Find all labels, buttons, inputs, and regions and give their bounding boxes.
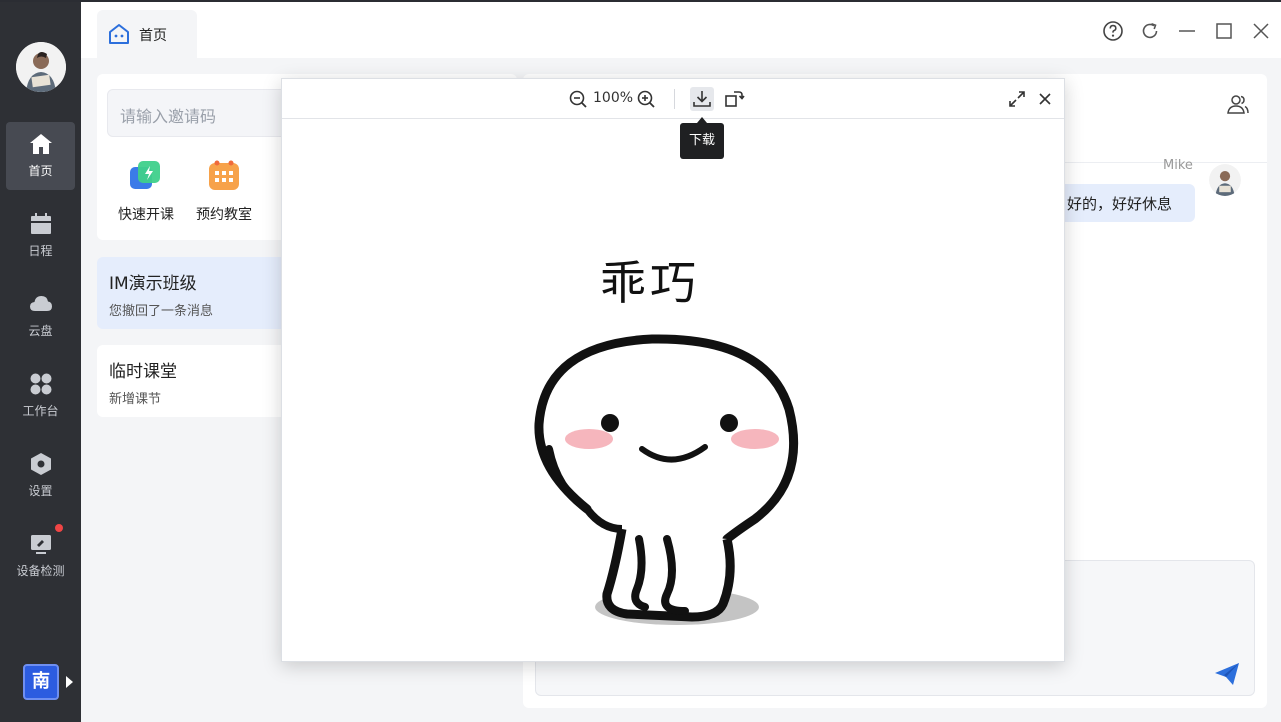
language-button[interactable]: 南 — [23, 664, 59, 700]
home-icon — [30, 134, 52, 154]
tab-home[interactable]: 首页 — [97, 10, 197, 58]
sidebar-item-workbench[interactable]: 工作台 — [6, 362, 75, 430]
message-bubble[interactable]: 好的，好好休息 — [1043, 184, 1195, 222]
sidebar-item-schedule[interactable]: 日程 — [6, 202, 75, 270]
members-icon[interactable] — [1226, 92, 1250, 116]
rotate-icon[interactable] — [722, 87, 746, 111]
sidebar-item-label: 工作台 — [22, 404, 59, 418]
zoom-in-icon[interactable] — [634, 87, 658, 111]
expand-arrow-icon[interactable] — [66, 676, 73, 688]
conversation-title: IM演示班级 — [109, 274, 197, 294]
sidebar: 首页 日程 云盘 工作台 设置 设备检测 南 — [0, 2, 81, 722]
zoom-out-icon[interactable] — [566, 87, 590, 111]
close-icon[interactable] — [1250, 20, 1272, 42]
message-avatar[interactable] — [1209, 164, 1241, 196]
fullscreen-icon[interactable] — [1005, 87, 1029, 111]
sidebar-item-settings[interactable]: 设置 — [6, 442, 75, 510]
maximize-icon[interactable] — [1213, 20, 1235, 42]
quick-class-icon — [129, 158, 163, 192]
sidebar-item-label: 设置 — [28, 484, 53, 498]
sidebar-item-label: 首页 — [28, 164, 53, 178]
quick-action-label: 快速开课 — [118, 207, 174, 223]
send-icon[interactable] — [1213, 660, 1241, 688]
hexagon-gear-icon — [31, 453, 51, 475]
zoom-level: 100% — [593, 90, 634, 106]
download-tooltip: 下载 — [680, 117, 724, 159]
cloud-icon — [30, 296, 52, 311]
sticker-image — [534, 334, 799, 625]
sidebar-item-label: 云盘 — [28, 324, 53, 338]
sidebar-item-label: 日程 — [28, 244, 53, 258]
viewer-toolbar: 100% — [282, 79, 1064, 119]
sidebar-item-home[interactable]: 首页 — [6, 122, 75, 190]
minimize-icon[interactable] — [1176, 20, 1198, 42]
sidebar-item-cloud[interactable]: 云盘 — [6, 282, 75, 350]
viewer-close-icon[interactable] — [1033, 87, 1057, 111]
top-bar: 首页 — [81, 2, 1281, 58]
device-check-icon — [31, 535, 51, 554]
calendar-icon — [31, 213, 51, 234]
conversation-subtitle: 新增课节 — [109, 392, 162, 407]
apps-icon — [30, 373, 52, 395]
toolbar-divider — [674, 89, 675, 109]
user-avatar[interactable] — [16, 42, 66, 92]
quick-class-button[interactable]: 快速开课 — [111, 158, 181, 224]
message-text: 好的，好好休息 — [1067, 195, 1173, 213]
image-viewer: 100% 下载 乖巧 — [281, 78, 1065, 662]
home-tab-icon — [109, 24, 129, 44]
notification-badge — [55, 524, 63, 532]
help-icon[interactable] — [1102, 20, 1124, 42]
refresh-icon[interactable] — [1139, 20, 1161, 42]
conversation-subtitle: 您撤回了一条消息 — [109, 304, 214, 319]
book-classroom-icon — [207, 158, 241, 192]
sidebar-item-device-check[interactable]: 设备检测 — [6, 522, 75, 590]
conversation-title: 临时课堂 — [109, 362, 177, 382]
tab-label: 首页 — [139, 28, 167, 44]
download-icon[interactable] — [690, 87, 714, 111]
message-sender-name: Mike — [1163, 158, 1193, 173]
sidebar-item-label: 设备检测 — [16, 564, 65, 578]
